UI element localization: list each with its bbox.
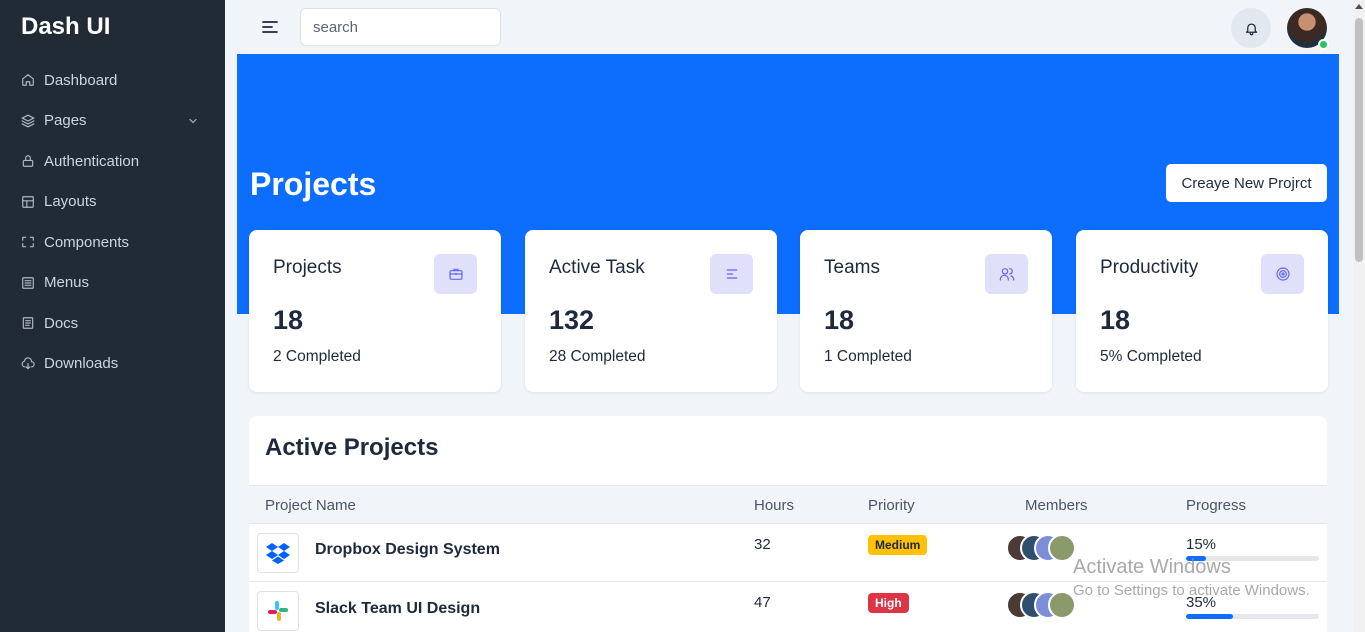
layout-icon bbox=[20, 194, 36, 210]
sidebar-item-label: Menus bbox=[44, 274, 90, 292]
sidebar-item-menus[interactable]: Menus bbox=[0, 263, 225, 304]
project-name[interactable]: Dropbox Design System bbox=[315, 541, 500, 559]
cloud-download-icon bbox=[20, 356, 36, 372]
stat-card-title: Active Task bbox=[549, 257, 645, 278]
table-row[interactable]: Slack Team UI Design 47 High 35% bbox=[249, 582, 1327, 632]
progress-bar bbox=[1186, 556, 1319, 561]
progress-value: 15% bbox=[1186, 536, 1217, 553]
progress-bar bbox=[1186, 614, 1319, 619]
sidebar-item-label: Pages bbox=[44, 112, 87, 130]
stat-card-value: 18 bbox=[824, 305, 855, 335]
home-icon bbox=[20, 72, 36, 88]
stat-card-productivity: Productivity 18 5% Completed bbox=[1076, 230, 1328, 392]
stat-card-subtext: 5% Completed bbox=[1100, 348, 1202, 365]
column-header-priority: Priority bbox=[868, 497, 915, 514]
column-header-progress: Progress bbox=[1186, 497, 1247, 514]
stat-card-value: 18 bbox=[273, 305, 304, 335]
priority-badge: Medium bbox=[868, 535, 928, 555]
online-status-dot bbox=[1318, 39, 1329, 50]
dropbox-icon bbox=[257, 533, 299, 573]
stat-card-title: Productivity bbox=[1100, 257, 1199, 278]
stat-card-title: Projects bbox=[273, 257, 342, 278]
column-header-members: Members bbox=[1025, 497, 1088, 514]
user-avatar[interactable] bbox=[1287, 8, 1329, 50]
table-header: Project Name Hours Priority Members Prog… bbox=[249, 485, 1327, 524]
progress-value: 35% bbox=[1186, 594, 1217, 611]
active-projects-title: Active Projects bbox=[265, 434, 439, 461]
topbar bbox=[225, 0, 1353, 54]
sidebar-item-pages[interactable]: Pages bbox=[0, 101, 225, 142]
stat-card-title: Teams bbox=[824, 257, 880, 278]
slack-icon bbox=[257, 591, 299, 631]
sidebar-item-label: Docs bbox=[44, 314, 79, 332]
sidebar-item-downloads[interactable]: Downloads bbox=[0, 344, 225, 385]
column-header-project-name: Project Name bbox=[265, 497, 356, 514]
page-title: Projects bbox=[250, 166, 377, 202]
sidebar-item-label: Layouts bbox=[44, 193, 97, 211]
project-hours: 32 bbox=[754, 536, 771, 553]
progress-bar-fill bbox=[1186, 556, 1206, 561]
stat-card-projects: Projects 18 2 Completed bbox=[249, 230, 501, 392]
project-hours: 47 bbox=[754, 594, 771, 611]
sidebar-item-layouts[interactable]: Layouts bbox=[0, 182, 225, 223]
page-scrollbar[interactable] bbox=[1353, 0, 1365, 632]
stat-card-subtext: 2 Completed bbox=[273, 348, 361, 365]
sidebar-item-label: Authentication bbox=[44, 152, 140, 170]
sidebar-item-label: Downloads bbox=[44, 355, 119, 373]
project-name[interactable]: Slack Team UI Design bbox=[315, 600, 480, 618]
sidebar-nav: Dashboard Pages Authentication Layouts C… bbox=[0, 60, 225, 384]
menu-list-icon bbox=[20, 275, 36, 291]
brand-logo[interactable]: Dash UI bbox=[21, 13, 110, 41]
stat-card-active-task: Active Task 132 28 Completed bbox=[525, 230, 777, 392]
lock-icon bbox=[20, 153, 36, 169]
components-icon bbox=[20, 234, 36, 250]
member-avatar[interactable] bbox=[1048, 534, 1076, 562]
progress-bar-fill bbox=[1186, 614, 1233, 619]
active-projects-panel: Active Projects Project Name Hours Prior… bbox=[249, 416, 1327, 632]
table-row[interactable]: Dropbox Design System 32 Medium 15% bbox=[249, 524, 1327, 582]
sidebar-item-components[interactable]: Components bbox=[0, 222, 225, 263]
target-icon bbox=[1261, 254, 1304, 294]
stat-card-value: 18 bbox=[1100, 305, 1131, 335]
stat-card-subtext: 1 Completed bbox=[824, 348, 912, 365]
priority-badge: High bbox=[868, 593, 909, 613]
list-icon bbox=[710, 254, 753, 294]
members-avatar-group[interactable] bbox=[1006, 591, 1096, 619]
sidebar-item-dashboard[interactable]: Dashboard bbox=[0, 60, 225, 101]
briefcase-icon bbox=[434, 254, 477, 294]
layers-icon bbox=[20, 113, 36, 129]
scrollbar-thumb[interactable] bbox=[1355, 18, 1363, 262]
stat-card-teams: Teams 18 1 Completed bbox=[800, 230, 1052, 392]
search-input[interactable] bbox=[300, 8, 501, 46]
notification-bell-icon[interactable] bbox=[1231, 8, 1271, 48]
sidebar-item-authentication[interactable]: Authentication bbox=[0, 141, 225, 182]
users-icon bbox=[985, 254, 1028, 294]
column-header-hours: Hours bbox=[754, 497, 795, 514]
members-avatar-group[interactable] bbox=[1006, 534, 1096, 562]
chevron-down-icon[interactable] bbox=[187, 114, 199, 126]
stat-card-value: 132 bbox=[549, 305, 595, 335]
sidebar: Dash UI Dashboard Pages Authentication L… bbox=[0, 0, 225, 632]
sidebar-item-docs[interactable]: Docs bbox=[0, 303, 225, 344]
member-avatar[interactable] bbox=[1048, 591, 1076, 619]
sidebar-item-label: Dashboard bbox=[44, 71, 118, 89]
stat-card-subtext: 28 Completed bbox=[549, 348, 646, 365]
create-new-project-button[interactable]: Creaye New Projrct bbox=[1166, 164, 1327, 202]
scroll-up-arrow-icon[interactable] bbox=[1355, 4, 1363, 9]
sidebar-item-label: Components bbox=[44, 233, 130, 251]
docs-icon bbox=[20, 315, 36, 331]
hamburger-menu-icon[interactable] bbox=[261, 18, 279, 36]
